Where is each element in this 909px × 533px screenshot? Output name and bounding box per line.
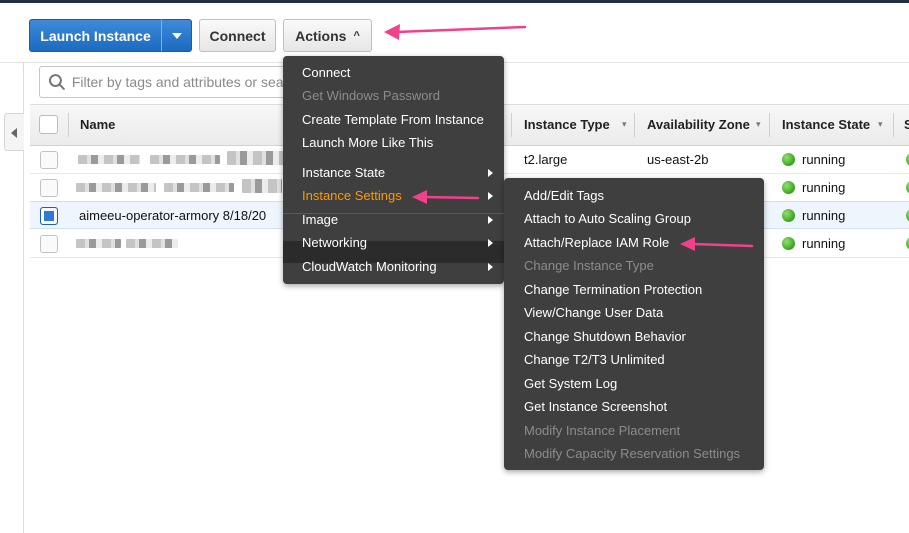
sort-down-icon: ▾: [756, 119, 761, 129]
menu-item-view-change-user-data[interactable]: View/Change User Data: [524, 305, 663, 320]
menu-item-launch-more-like-this[interactable]: Launch More Like This: [302, 135, 433, 150]
column-divider: [68, 113, 69, 137]
menu-item-networking[interactable]: Networking: [302, 235, 367, 250]
redacted-name: [164, 183, 234, 192]
submenu-arrow-icon: [488, 169, 493, 177]
column-header-label: Instance Type: [524, 117, 610, 132]
annotation-arrow-actions: [384, 24, 527, 40]
submenu-arrow-icon: [488, 239, 493, 247]
instance-state-cell: running: [802, 208, 846, 223]
instance-type-cell: t2.large: [524, 152, 568, 167]
instance-state-cell: running: [802, 152, 846, 167]
redacted-name: [227, 151, 287, 165]
menu-item-attach-replace-iam-role[interactable]: Attach/Replace IAM Role: [524, 235, 669, 250]
menu-item-get-instance-screenshot[interactable]: Get Instance Screenshot: [524, 399, 667, 414]
redacted-name: [78, 155, 140, 164]
menu-item-get-windows-password: Get Windows Password: [302, 88, 440, 103]
redacted-name: [126, 239, 178, 248]
redacted-name: [76, 239, 121, 248]
menu-item-modify-instance-placement: Modify Instance Placement: [524, 423, 681, 438]
column-divider: [511, 113, 512, 137]
row-checkbox[interactable]: [40, 235, 58, 253]
status-running-icon: [782, 237, 795, 250]
menu-item-create-template[interactable]: Create Template From Instance: [302, 112, 484, 127]
instance-name-cell: aimeeu-operator-armory 8/18/20: [79, 208, 267, 223]
status-running-icon: [782, 153, 795, 166]
status-running-icon: [782, 181, 795, 194]
filter-search-input[interactable]: [71, 74, 300, 90]
menu-item-add-edit-tags[interactable]: Add/Edit Tags: [524, 188, 604, 203]
menu-item-change-termination-protection[interactable]: Change Termination Protection: [524, 282, 702, 297]
instance-state-cell: running: [802, 180, 846, 195]
column-divider: [634, 113, 635, 137]
availability-zone-cell: us-east-2b: [647, 152, 709, 167]
column-header-instance-type[interactable]: Instance Type ▾: [524, 117, 627, 132]
collapse-sidebar-button[interactable]: [4, 113, 24, 151]
chevron-up-icon: ^: [353, 29, 360, 42]
launch-instance-button[interactable]: Launch Instance: [29, 19, 161, 52]
status-running-icon: [782, 209, 795, 222]
column-header-availability-zone[interactable]: Availability Zone ▾: [647, 117, 761, 132]
ec2-instances-screen: Launch Instance Connect Actions ^ Name I…: [0, 0, 909, 533]
column-divider: [893, 113, 894, 137]
instance-state-cell: running: [802, 236, 846, 251]
menu-item-image[interactable]: Image: [302, 212, 338, 227]
actions-button[interactable]: Actions ^: [283, 19, 372, 52]
column-header-label: Availability Zone: [647, 117, 750, 132]
menu-item-change-t2-t3-unlimited[interactable]: Change T2/T3 Unlimited: [524, 352, 665, 367]
row-checkbox[interactable]: [40, 151, 58, 169]
menu-item-instance-settings[interactable]: Instance Settings: [302, 188, 402, 203]
redacted-name: [76, 183, 156, 192]
menu-item-cloudwatch-monitoring[interactable]: CloudWatch Monitoring: [302, 259, 437, 274]
menu-item-modify-capacity-reservation: Modify Capacity Reservation Settings: [524, 446, 741, 461]
menu-item-instance-state[interactable]: Instance State: [302, 165, 385, 180]
launch-options-button[interactable]: [161, 19, 192, 52]
menu-item-change-instance-type: Change Instance Type: [524, 258, 654, 273]
row-checkbox-checked[interactable]: [40, 207, 58, 225]
menu-item-attach-auto-scaling-group[interactable]: Attach to Auto Scaling Group: [524, 211, 691, 226]
submenu-arrow-icon: [488, 216, 493, 224]
submenu-arrow-icon: [488, 263, 493, 271]
row-checkbox[interactable]: [40, 179, 58, 197]
instance-settings-submenu: Add/Edit Tags Attach to Auto Scaling Gro…: [504, 178, 764, 470]
column-divider: [769, 113, 770, 137]
search-icon: [48, 74, 65, 90]
actions-dropdown-menu: Connect Get Windows Password Create Temp…: [283, 56, 504, 284]
column-header-instance-state[interactable]: Instance State ▾: [782, 117, 883, 132]
column-header-status-checks[interactable]: S: [904, 117, 909, 132]
menu-item-get-system-log[interactable]: Get System Log: [524, 376, 617, 391]
connect-button[interactable]: Connect: [199, 19, 276, 52]
submenu-arrow-icon: [488, 192, 493, 200]
redacted-name: [242, 179, 282, 193]
column-header-label: Instance State: [782, 117, 871, 132]
sort-down-icon: ▾: [622, 119, 627, 129]
column-header-name[interactable]: Name: [80, 117, 115, 132]
menu-item-change-shutdown-behavior[interactable]: Change Shutdown Behavior: [524, 329, 686, 344]
sort-down-icon: ▾: [878, 119, 883, 129]
collapse-left-icon: [11, 128, 17, 138]
filter-search-box[interactable]: [39, 66, 301, 98]
chevron-down-icon: [171, 32, 182, 39]
actions-label: Actions: [295, 27, 347, 44]
select-all-checkbox[interactable]: [39, 115, 58, 134]
menu-item-connect[interactable]: Connect: [302, 65, 350, 80]
redacted-name: [150, 155, 220, 164]
top-nav-edge: [0, 0, 909, 3]
